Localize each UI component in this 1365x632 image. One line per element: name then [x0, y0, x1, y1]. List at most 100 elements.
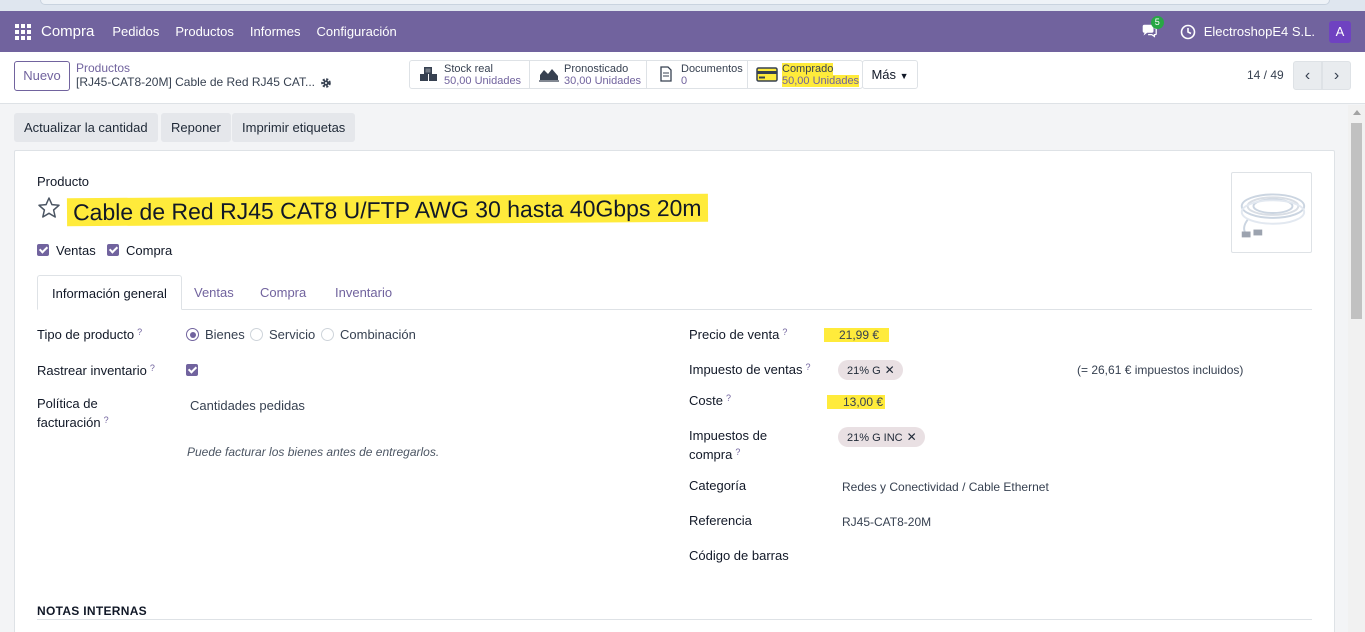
invoice-policy-label-line1: Política de: [37, 396, 98, 411]
control-panel: Nuevo Productos [RJ45-CAT8-20M] Cable de…: [0, 52, 1365, 104]
stat-value: 50,00 Unidades: [444, 75, 522, 87]
can-be-sold-checkbox[interactable]: [37, 244, 49, 256]
radio-combo[interactable]: [321, 328, 334, 341]
label-text: Impuesto de ventas: [689, 362, 803, 377]
pager-next-button[interactable]: ›: [1322, 61, 1351, 90]
tag-label: 21% G INC: [847, 432, 903, 444]
tax-included-note: (= 26,61 € impuestos incluidos): [1077, 363, 1244, 377]
tag-label: 21% G: [847, 365, 881, 377]
stat-label: Pronosticado: [564, 63, 629, 75]
cubes-icon: [420, 67, 437, 81]
star-icon[interactable]: [37, 196, 61, 220]
category-value[interactable]: Redes y Conectividad / Cable Ethernet: [842, 480, 1049, 494]
product-name[interactable]: Cable de Red RJ45 CAT8 U/FTP AWG 30 hast…: [66, 193, 708, 227]
menu-informes[interactable]: Informes: [250, 24, 301, 39]
menu-productos[interactable]: Productos: [175, 24, 234, 39]
address-bar[interactable]: [40, 0, 1330, 5]
sale-price-label: Precio de venta?: [689, 327, 787, 342]
remove-tag-icon[interactable]: ✕: [885, 363, 895, 377]
app-name[interactable]: Compra: [41, 23, 94, 40]
purchase-tax-label-line2: compra?: [689, 447, 740, 462]
barcode-input[interactable]: [842, 548, 1142, 564]
user-avatar[interactable]: A: [1329, 20, 1351, 43]
messaging-icon[interactable]: 5: [1140, 15, 1164, 42]
stat-pronosticado[interactable]: Pronosticado 30,00 Unidades: [530, 61, 647, 88]
sales-tax-tag[interactable]: 21% G ✕: [838, 360, 903, 380]
help-tooltip-icon[interactable]: ?: [104, 415, 109, 425]
sales-tax-label: Impuesto de ventas?: [689, 362, 810, 377]
help-tooltip-icon[interactable]: ?: [137, 327, 142, 337]
menu-configuracion[interactable]: Configuración: [316, 24, 396, 39]
purchase-tax-tag[interactable]: 21% G INC ✕: [838, 427, 925, 447]
cable-image-icon: [1240, 193, 1306, 238]
reference-input[interactable]: RJ45-CAT8-20M: [842, 515, 931, 529]
internal-notes-heading: NOTAS INTERNAS: [37, 604, 147, 618]
help-tooltip-icon[interactable]: ?: [735, 447, 740, 457]
radio-service-label[interactable]: Servicio: [269, 327, 315, 342]
product-image[interactable]: [1231, 172, 1312, 253]
can-be-sold-label: Ventas: [56, 243, 96, 258]
radio-combo-label[interactable]: Combinación: [340, 327, 416, 342]
invoice-policy-select[interactable]: Cantidades pedidas: [190, 398, 305, 413]
top-navbar: Compra Pedidos Productos Informes Config…: [0, 11, 1365, 52]
stat-value: 30,00 Unidades: [564, 75, 642, 87]
invoice-policy-label-line2: facturación?: [37, 415, 109, 430]
can-be-purchased-label: Compra: [126, 243, 173, 258]
label-text: Precio de venta: [689, 327, 780, 342]
stat-label: Stock real: [444, 63, 493, 75]
help-tooltip-icon[interactable]: ?: [726, 393, 731, 403]
credit-card-icon: [756, 67, 778, 82]
label-text: Coste: [689, 393, 723, 408]
menu-pedidos[interactable]: Pedidos: [112, 24, 159, 39]
action-buttons-bar: Actualizar la cantidad Reponer Imprimir …: [0, 105, 1348, 150]
gear-icon[interactable]: [320, 77, 332, 89]
breadcrumb-current: [RJ45-CAT8-20M] Cable de Red RJ45 CAT...: [76, 75, 315, 89]
apps-menu-icon[interactable]: [15, 23, 31, 40]
stat-documentos[interactable]: Documentos 0: [647, 61, 748, 88]
tab-inventory[interactable]: Inventario: [321, 275, 406, 310]
highlighted-text: Comprado: [782, 63, 834, 75]
more-label: Más: [871, 67, 896, 82]
scrollbar-thumb[interactable]: [1351, 123, 1362, 319]
radio-service[interactable]: [250, 328, 263, 341]
cost-input[interactable]: 13,00 €: [827, 395, 886, 409]
replenish-button[interactable]: Reponer: [161, 113, 231, 142]
chevron-left-icon: ‹: [1304, 67, 1311, 84]
label-text: compra: [689, 447, 733, 462]
stat-value: 50,00 Unidades: [782, 75, 862, 87]
help-tooltip-icon[interactable]: ?: [805, 362, 810, 372]
stat-label: Comprado: [782, 63, 862, 75]
stat-value: 0: [681, 75, 688, 87]
pager-previous-button[interactable]: ‹: [1293, 61, 1322, 90]
company-switcher[interactable]: ElectroshopE4 S.L.: [1204, 24, 1315, 39]
product-type-label: Tipo de producto?: [37, 327, 142, 342]
track-inventory-checkbox[interactable]: [186, 364, 198, 376]
print-labels-button[interactable]: Imprimir etiquetas: [232, 113, 356, 142]
update-quantity-button[interactable]: Actualizar la cantidad: [14, 113, 158, 142]
scroll-up-arrow-icon[interactable]: [1353, 110, 1361, 115]
pager-value[interactable]: 14 / 49: [1247, 68, 1284, 82]
radio-goods-label[interactable]: Bienes: [205, 327, 245, 342]
cost-label: Coste?: [689, 393, 731, 408]
help-tooltip-icon[interactable]: ?: [150, 363, 155, 373]
tab-general-information[interactable]: Información general: [37, 275, 182, 310]
tab-sales[interactable]: Ventas: [180, 275, 248, 310]
more-dropdown-button[interactable]: Más ▼: [862, 60, 918, 89]
tab-purchase[interactable]: Compra: [246, 275, 320, 310]
can-be-purchased-checkbox[interactable]: [107, 244, 119, 256]
product-section-label: Producto: [37, 174, 90, 189]
caret-down-icon: ▼: [899, 71, 909, 81]
clock-icon[interactable]: [1180, 24, 1196, 40]
stat-stock-real[interactable]: Stock real 50,00 Unidades: [410, 61, 530, 88]
label-text: facturación: [37, 415, 101, 430]
new-button[interactable]: Nuevo: [14, 61, 70, 91]
sale-price-input[interactable]: 21,99 €: [824, 328, 890, 342]
stat-comprado[interactable]: Comprado 50,00 Unidades: [748, 61, 862, 88]
remove-tag-icon[interactable]: ✕: [907, 430, 917, 444]
breadcrumb-parent[interactable]: Productos: [76, 61, 130, 75]
radio-goods[interactable]: [186, 328, 199, 341]
stat-label: Documentos: [681, 63, 743, 75]
page-scrollbar[interactable]: [1348, 105, 1365, 632]
help-tooltip-icon[interactable]: ?: [782, 327, 787, 337]
chevron-right-icon: ›: [1333, 67, 1340, 84]
